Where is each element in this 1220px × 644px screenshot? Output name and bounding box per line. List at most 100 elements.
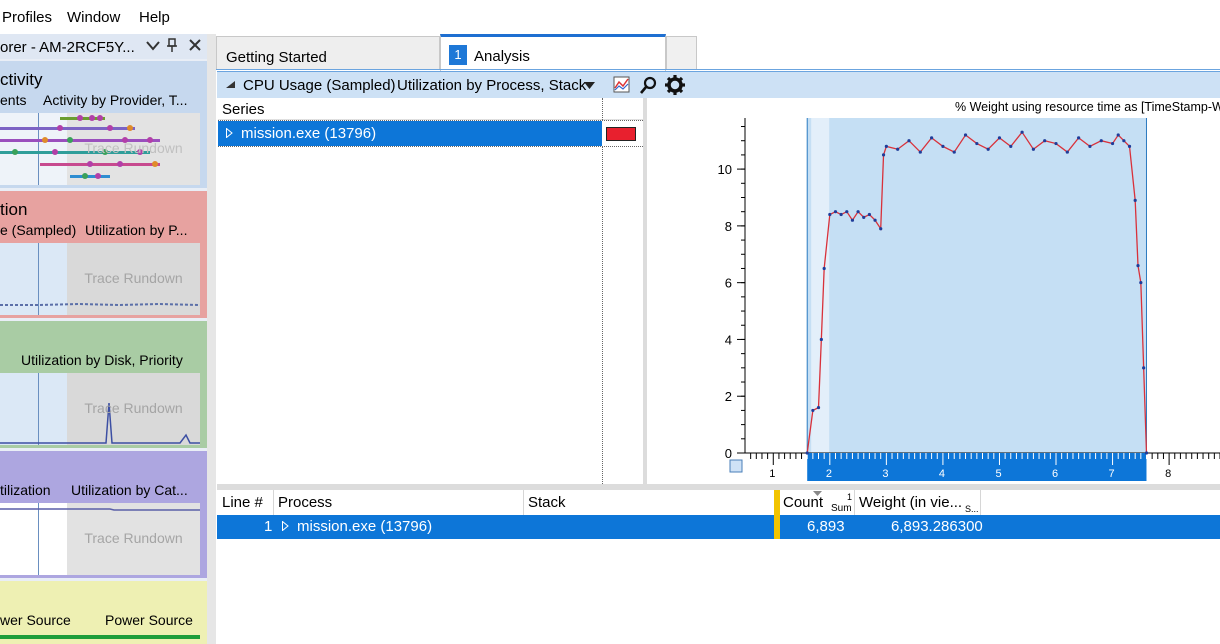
graph-card-computation[interactable]: tion e (Sampled) Utilization by P... Tra… [0,191,207,318]
chart-plot[interactable]: 02468101 2 3 4 5 6 7 8 [647,98,1220,484]
tab-underline [216,69,1220,70]
data-point [850,218,855,222]
x-tick-label: 2 [826,468,832,480]
menu-profiles[interactable]: Profiles [2,9,52,26]
y-tick-label: 10 [718,162,732,177]
pin-icon[interactable] [166,38,178,53]
card-subtitle-left: ents [0,92,27,108]
data-point [879,227,883,231]
card-thumbnail[interactable]: Trace Rundown [0,373,200,445]
data-point [1077,136,1081,140]
column-header-line[interactable]: Line # [222,494,263,511]
column-header-stack[interactable]: Stack [528,494,566,511]
cell-process: mission.exe (13796) [297,518,433,535]
data-point [1142,366,1146,370]
data-point [1043,139,1047,143]
data-point [1054,141,1058,146]
card-preset[interactable]: Utilization by Disk, Priority [21,352,183,368]
y-tick-label: 0 [725,446,732,461]
column-header-weight[interactable]: Weight (in vie... [859,494,962,511]
cell-weight: 6,893.286300 [891,518,983,535]
chevron-down-icon[interactable] [146,41,160,51]
card-thumbnail[interactable]: Trace Rundown [0,503,200,575]
data-point [881,153,886,157]
data-point [963,133,968,137]
data-point [952,150,956,154]
expand-triangle-icon[interactable] [226,128,233,138]
data-point [930,136,934,140]
graph-header-bar: CPU Usage (Sampled) Utilization by Proce… [217,71,1220,98]
series-legend-panel: Series mission.exe (13796) [218,98,643,484]
data-point [816,405,821,410]
data-point [856,210,860,214]
data-point [862,215,866,219]
chart-type-icon[interactable] [613,76,630,93]
data-point [1020,130,1024,134]
x-tick-label: 3 [882,468,888,480]
series-header-label: Series [222,101,265,118]
x-tick-label: 8 [1165,468,1171,480]
column-header-process[interactable]: Process [278,494,332,511]
series-color-swatch[interactable] [606,127,636,141]
analysis-tab-strip: Getting Started 1 Analysis [216,34,1220,71]
data-point [873,218,877,222]
graph-card-power[interactable]: wer Source Power Source [0,581,207,644]
data-point [918,150,922,154]
expand-triangle-icon[interactable] [282,521,289,531]
search-icon[interactable] [640,76,657,94]
data-point [822,266,826,271]
data-point [986,147,990,151]
vertical-splitter[interactable] [207,34,216,644]
trace-rundown-label: Trace Rundown [84,530,183,546]
graph-card-storage[interactable]: Utilization by Disk, Priority Trace Rund… [0,321,207,448]
card-preset[interactable]: Utilization by P... [85,222,187,238]
cpu-usage-chart[interactable]: % Weight using resource time as [TimeSta… [647,98,1220,484]
data-point [811,408,815,413]
series-row[interactable]: mission.exe (13796) [218,121,643,146]
y-tick-label: 6 [725,276,732,291]
data-point [1122,139,1126,143]
menu-help[interactable]: Help [139,9,170,26]
cell-count: 6,893 [807,518,845,535]
card-preset[interactable]: Power Source [105,612,193,628]
trace-rundown-label: Trace Rundown [84,270,183,286]
data-point [896,147,900,151]
graph-card-memory[interactable]: tilization Utilization by Cat... Trace R… [0,451,207,578]
table-row[interactable]: 1 mission.exe (13796) 6,893 6,893.286300 [217,515,1220,539]
card-title: tion [0,200,28,219]
x-tick-label: 5 [995,468,1001,480]
column-header-count[interactable]: Count [783,494,823,511]
series-process-label: mission.exe (13796) [241,125,377,142]
close-icon[interactable] [189,39,201,51]
graph-explorer-panel: orer - AM-2RCF5Y... ctivity ents Activit… [0,34,207,644]
data-point [833,210,838,214]
card-preset[interactable]: Activity by Provider, T... [43,92,187,108]
tab-label: Analysis [474,48,530,65]
gear-icon[interactable] [665,75,685,95]
data-point [1009,144,1013,148]
data-point [941,144,945,148]
new-tab-button[interactable] [666,36,697,70]
tab-analysis[interactable]: 1 Analysis [440,34,666,71]
chevron-down-icon[interactable] [584,82,595,89]
y-tick-label: 4 [725,332,732,347]
preset-selector[interactable]: Utilization by Process, Stack [397,77,586,94]
data-point [1065,150,1069,154]
selection-region [807,118,1147,453]
selection-highlight-strip [811,118,830,453]
card-preset[interactable]: Utilization by Cat... [71,482,188,498]
data-point [839,212,843,217]
graph-card-system-activity[interactable]: ctivity ents Activity by Provider, T... [0,61,207,188]
data-point [975,141,979,146]
y-tick-label: 8 [725,219,732,234]
data-point [845,210,849,214]
collapse-triangle-icon[interactable] [226,81,235,89]
card-thumbnail[interactable]: Trace Rundown [0,113,200,185]
tab-number-badge: 1 [449,45,467,65]
tab-getting-started[interactable]: Getting Started [216,36,440,70]
card-thumbnail[interactable]: Trace Rundown [0,243,200,315]
graph-explorer-title: orer - AM-2RCF5Y... [0,39,135,56]
menu-window[interactable]: Window [67,9,120,26]
sort-descending-icon [813,491,822,496]
series-header: Series [218,98,643,120]
